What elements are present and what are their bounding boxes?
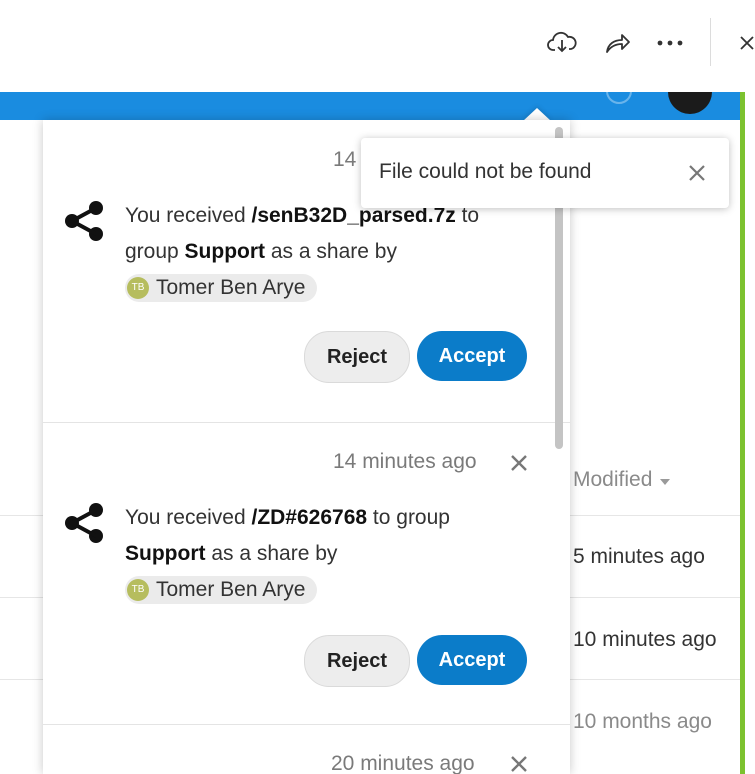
share-icon xyxy=(65,503,103,543)
user-chip[interactable]: TB Tomer Ben Arye xyxy=(125,576,318,605)
notification-message: You received /ZD#626768 to group Support… xyxy=(125,500,525,608)
sort-caret-icon xyxy=(660,478,671,485)
more-horizontal-icon[interactable] xyxy=(653,26,687,60)
dismiss-notification-icon[interactable] xyxy=(508,753,530,774)
notification-message: You received /senB32D_parsed.7z to group… xyxy=(125,198,525,306)
toast-message: File could not be found xyxy=(379,160,592,183)
notification-time: 14 minutes ago xyxy=(333,450,477,473)
notification-divider xyxy=(43,422,570,423)
app-header xyxy=(0,92,740,120)
reject-button[interactable]: Reject xyxy=(304,331,410,383)
user-chip[interactable]: TB Tomer Ben Arye xyxy=(125,274,318,303)
notification-time: 20 minutes ago xyxy=(331,752,475,774)
notifications-panel: 14 You received /senB32D_parsed.7z to gr… xyxy=(43,120,570,774)
close-toast-icon[interactable] xyxy=(686,162,708,184)
column-header-label: Modified xyxy=(573,468,653,491)
user-avatar: TB xyxy=(127,277,149,300)
user-name: Tomer Ben Arye xyxy=(156,578,306,602)
notification-divider xyxy=(43,724,570,725)
user-name: Tomer Ben Arye xyxy=(156,276,306,300)
close-icon[interactable] xyxy=(730,26,755,60)
group-name: Support xyxy=(125,542,206,565)
group-name: Support xyxy=(184,240,266,263)
shared-file-name[interactable]: /ZD#626768 xyxy=(251,506,367,529)
page-edge xyxy=(745,92,755,774)
share-arrow-icon[interactable] xyxy=(600,26,634,60)
column-header-modified[interactable]: Modified xyxy=(573,468,671,492)
browser-toolbar xyxy=(0,0,755,92)
row-modified: 5 minutes ago xyxy=(573,545,705,568)
accept-button[interactable]: Accept xyxy=(417,331,527,381)
error-toast: File could not be found xyxy=(361,138,729,208)
avatar[interactable] xyxy=(668,92,712,114)
toolbar-divider xyxy=(710,18,711,66)
row-modified: 10 minutes ago xyxy=(573,628,717,651)
accept-button[interactable]: Accept xyxy=(417,635,527,685)
row-modified: 10 months ago xyxy=(573,710,712,733)
reject-button[interactable]: Reject xyxy=(304,635,410,687)
share-icon xyxy=(65,201,103,241)
notification-time: 14 xyxy=(333,148,357,171)
header-icon[interactable] xyxy=(606,92,632,104)
user-avatar: TB xyxy=(127,579,149,602)
dismiss-notification-icon[interactable] xyxy=(508,452,530,474)
cloud-download-icon[interactable] xyxy=(545,26,579,60)
